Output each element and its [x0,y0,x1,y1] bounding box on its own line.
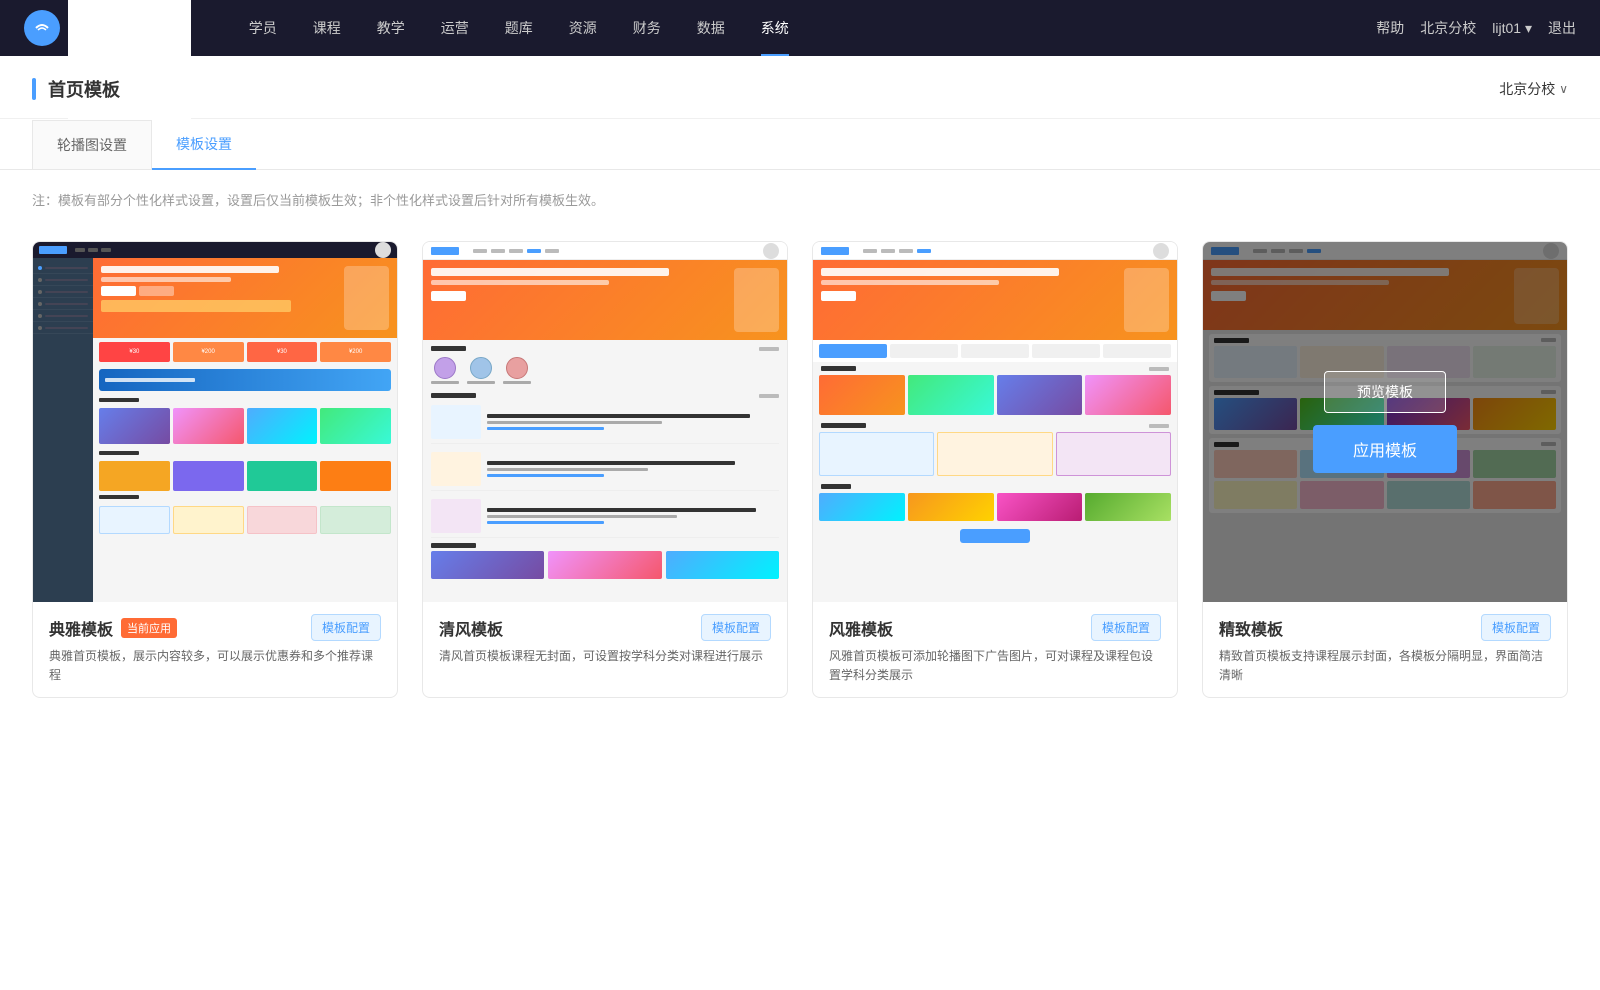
branch-name: 北京分校 [1499,79,1555,99]
nav-user[interactable]: lijt01 ▾ [1492,20,1532,37]
template-preview-jingzhi[interactable]: 预览模板 应用模板 [1203,242,1567,602]
template-name-fengya: 风雅模板 [829,616,893,640]
nav-item-teaching[interactable]: 教学 [359,0,423,56]
template-name-row-jingzhi: 精致模板 模板配置 [1219,614,1551,641]
nav-item-courses[interactable]: 课程 [295,0,359,56]
nav-item-data[interactable]: 数据 [679,0,743,56]
nav-logout[interactable]: 退出 [1548,18,1576,38]
nav-menu: 学员 课程 教学 运营 题库 资源 财务 数据 系统 [231,0,1377,56]
template-name-qingfeng: 清风模板 [439,616,503,640]
template-desc-dianyan: 典雅首页模板，展示内容较多，可以展示优惠券和多个推荐课程 [49,647,381,685]
tabs-container: 轮播图设置 模板设置 [0,119,1600,170]
template-preview-fengya[interactable]: 预览模板 应用模板 [813,242,1177,602]
nav-item-system[interactable]: 系统 [743,0,807,56]
tab-carousel[interactable]: 轮播图设置 [32,120,152,170]
template-desc-jingzhi: 精致首页模板支持课程展示封面，各模板分隔明显，界面简洁清晰 [1219,647,1551,685]
logo-icon [24,10,60,46]
tabs: 轮播图设置 模板设置 [32,119,1568,169]
template-name-row-dianyan: 典雅模板 当前应用 模板配置 [49,614,381,641]
nav-item-operations[interactable]: 运营 [423,0,487,56]
nav-item-questions[interactable]: 题库 [487,0,551,56]
nav-branch[interactable]: 北京分校 [1420,18,1476,38]
template-card-jingzhi: 预览模板 应用模板 精致模板 模板配置 精致首页模板支持课程展示封面，各模板分隔… [1202,241,1568,698]
config-button-dianyan[interactable]: 模板配置 [311,614,381,641]
template-card-dianyan: ¥30 ¥200 ¥30 ¥200 [32,241,398,698]
branch-selector[interactable]: 北京分校 ∨ [1499,79,1568,99]
nav-right: 帮助 北京分校 lijt01 ▾ 退出 [1376,18,1576,38]
page-title-bar [32,78,36,100]
template-footer-qingfeng: 清风模板 模板配置 清风首页模板课程无封面，可设置按学科分类对课程进行展示 [423,602,787,678]
template-footer-dianyan: 典雅模板 当前应用 模板配置 典雅首页模板，展示内容较多，可以展示优惠券和多个推… [33,602,397,697]
template-grid: ¥30 ¥200 ¥30 ¥200 [0,221,1600,738]
nav-item-resources[interactable]: 资源 [551,0,615,56]
config-button-jingzhi[interactable]: 模板配置 [1481,614,1551,641]
template-name-jingzhi: 精致模板 [1219,616,1283,640]
page-header: 首页模板 北京分校 ∨ [0,56,1600,119]
preview-button-jingzhi[interactable]: 预览模板 [1324,371,1446,413]
template-overlay-jingzhi: 预览模板 应用模板 [1203,242,1567,602]
main-nav: 云朵设堂 教育机构一站 式服务云平台 学员 课程 教学 运营 题库 资源 财务 … [0,0,1600,56]
template-name-dianyan: 典雅模板 [49,616,113,640]
template-card-fengya: 预览模板 应用模板 风雅模板 模板配置 风雅首页模板可添加轮播图下广告图片，可对… [812,241,1178,698]
page-title-wrap: 首页模板 [32,76,120,102]
template-footer-jingzhi: 精致模板 模板配置 精致首页模板支持课程展示封面，各模板分隔明显，界面简洁清晰 [1203,602,1567,697]
template-preview-qingfeng[interactable]: 预览模板 应用模板 [423,242,787,602]
apply-button-jingzhi[interactable]: 应用模板 [1313,425,1457,473]
nav-help[interactable]: 帮助 [1376,18,1404,38]
config-button-qingfeng[interactable]: 模板配置 [701,614,771,641]
template-preview-dianyan[interactable]: ¥30 ¥200 ¥30 ¥200 [33,242,397,602]
template-desc-fengya: 风雅首页模板可添加轮播图下广告图片，可对课程及课程包设置学科分类展示 [829,647,1161,685]
template-name-row-qingfeng: 清风模板 模板配置 [439,614,771,641]
page-title: 首页模板 [48,76,120,102]
note-text: 注：模板有部分个性化样式设置，设置后仅当前模板生效；非个性化样式设置后针对所有模… [0,170,1600,221]
chevron-down-icon: ∨ [1559,82,1568,96]
template-name-row-fengya: 风雅模板 模板配置 [829,614,1161,641]
tab-template[interactable]: 模板设置 [152,120,256,170]
template-card-qingfeng: 预览模板 应用模板 清风模板 模板配置 清风首页模板课程无封面，可设置按学科分类… [422,241,788,698]
template-footer-fengya: 风雅模板 模板配置 风雅首页模板可添加轮播图下广告图片，可对课程及课程包设置学科… [813,602,1177,697]
nav-item-finance[interactable]: 财务 [615,0,679,56]
config-button-fengya[interactable]: 模板配置 [1091,614,1161,641]
nav-item-students[interactable]: 学员 [231,0,295,56]
template-desc-qingfeng: 清风首页模板课程无封面，可设置按学科分类对课程进行展示 [439,647,771,666]
current-badge-dianyan: 当前应用 [121,618,177,638]
main-content: 首页模板 北京分校 ∨ 轮播图设置 模板设置 注：模板有部分个性化样式设置，设置… [0,56,1600,990]
